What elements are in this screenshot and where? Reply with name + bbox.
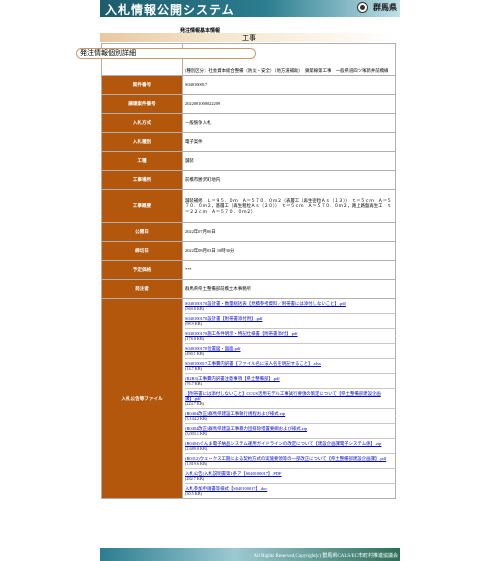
- field-value: 2022年08月03日 10時30分: [182, 241, 396, 261]
- file-item: S040100170施工条件明示・特記仕様書【附帯書添付】.pdf (178.8 …: [185, 329, 395, 344]
- detail-row: 発注者 群馬県県土整備部前橋土木事務所: [101, 279, 396, 299]
- file-item: (R0404)ぐんま電子納品システム運用ガイドラインの改定について【建設企画課電…: [185, 439, 395, 454]
- field-value: 群馬県県土整備部前橋土木事務所: [182, 279, 396, 299]
- detail-row: 予定価格 ***: [101, 260, 396, 280]
- detail-title: 発注情報個別詳細: [76, 48, 256, 59]
- file-size: (569.8 KB): [185, 306, 205, 311]
- detail-row: 工事概要 舗装補修 Ｌ＝９５．０ｍ Ａ＝５７０．０ｍ２（表層工（再生密粒Ａｓ（１３…: [101, 189, 396, 223]
- file-item: 入札公告(入札説明書第1条ア【S040100017】.PDF (282.7 KB): [185, 469, 395, 484]
- field-label: 工事場所: [101, 170, 183, 190]
- files-label: 入札公告等ファイル: [101, 298, 183, 499]
- file-item: (R2R3)工事費内訳書注意事項【県土整備部】.pdf (76.7 KB): [185, 374, 395, 389]
- file-size: (1,819.6 KB): [185, 461, 208, 466]
- field-value: 2022001000022209: [182, 94, 396, 114]
- detail-row: 締切日 2022年08月03日 10時30分: [101, 241, 396, 261]
- field-value: ***: [182, 260, 396, 280]
- field-label: 入札種別: [101, 132, 183, 152]
- files-row: 入札公告等ファイル S040100170設計書・数量総括表【見積参考資料／附帯書に…: [101, 298, 396, 499]
- field-label: 発注者: [101, 279, 183, 299]
- field-label: 工種: [101, 151, 183, 171]
- file-size: (224.7 KB): [185, 401, 205, 406]
- file-size: (282.7 KB): [185, 476, 205, 481]
- copyright-text: All Rights Reserved,Copyright(c) 群馬県CALS…: [253, 554, 398, 559]
- file-link[interactable]: 【附帯書には添付しないこと】CCUS活用モデル工事試行要領の策定について【県土整…: [185, 391, 395, 401]
- category-tab-label: 工事: [242, 35, 256, 42]
- files-list: S040100170設計書・数量総括表【見積参考資料／附帯書には添付しないこと】…: [182, 298, 396, 499]
- file-item: S040100170設計書・数量総括表【見積参考資料／附帯書には添付しないこと】…: [185, 299, 395, 314]
- file-item: (R0404改正)群馬県建設工事暴力団排除措置要綱および様式.zip (3,003…: [185, 424, 395, 439]
- file-item: (R0312)ウェークス工期による契約方式の実施要領等の一部改正について【県土整…: [185, 454, 395, 469]
- field-label: 入札方式: [101, 113, 183, 133]
- field-label: 案件番号: [101, 75, 183, 95]
- file-link[interactable]: (R0312)ウェークス工期による契約方式の実施要領等の一部改正について【県土整…: [185, 456, 395, 461]
- file-item: S040100170位置図・図面.pdf (490.1 KB): [185, 344, 395, 359]
- file-item: S040100017工事費内訳書【ファイル名に法人名を明記すること】.xlsx(…: [185, 359, 395, 374]
- file-size: (3,003.1 KB): [185, 431, 208, 436]
- prefecture-seal-icon: [357, 2, 368, 13]
- field-label: 予定価格: [101, 260, 183, 280]
- file-size: (178.8 KB): [185, 336, 205, 341]
- file-item: 【附帯書には添付しないこと】CCUS活用モデル工事試行要領の策定について【県土整…: [185, 389, 395, 409]
- file-link[interactable]: (R0404)ぐんま電子納品システム運用ガイドラインの改定について【建設企画課電…: [185, 441, 395, 446]
- detail-row: 工事場所 前橋市勝沢町地内: [101, 170, 396, 190]
- detail-table: [種別区分：社会資本総合整備（防災・安全）（地方道補助） 鏑第線第工事 一般県道…: [101, 43, 396, 499]
- field-value: 舗装補修 Ｌ＝９５．０ｍ Ａ＝５７０．０ｍ２（表層工（再生密粒Ａｓ（１３）） ｔ…: [182, 189, 396, 223]
- file-size: (14.7 KB): [185, 366, 202, 371]
- file-size: (76.7 KB): [185, 381, 202, 386]
- file-item: 入札参加申請書等様式【S040100017】.doc (30.5 KB): [185, 484, 395, 498]
- detail-row: 調達案件番号 2022001000022209: [101, 94, 396, 114]
- file-size: (3,144.2 KB): [185, 416, 208, 421]
- file-item: S040100170設計書【附帯書添付用】.pdf (98.9 KB): [185, 314, 395, 329]
- file-size: (490.1 KB): [185, 351, 205, 356]
- field-value: 一般競争入札: [182, 113, 396, 133]
- field-value: 前橋市勝沢町地内: [182, 170, 396, 190]
- field-label: 締切日: [101, 241, 183, 261]
- detail-row: 入札種別 電子案件: [101, 132, 396, 152]
- field-label: 調達案件番号: [101, 94, 183, 114]
- field-value: S040100017: [182, 75, 396, 95]
- field-value: 舗装: [182, 151, 396, 171]
- app-header: 入札情報公開システム 群馬県: [100, 0, 400, 17]
- field-value: 2022年07月06日: [182, 222, 396, 242]
- field-label: 工事概要: [101, 189, 183, 223]
- detail-row: 案件番号 S040100017: [101, 75, 396, 95]
- file-item: (R0404改正)群馬県建設工事執行規程および様式.zip (3,144.2 KB…: [185, 409, 395, 424]
- field-label: 公開日: [101, 222, 183, 242]
- page-footer: All Rights Reserved,Copyright(c) 群馬県CALS…: [100, 548, 400, 561]
- prefecture-name: 群馬県: [373, 3, 397, 12]
- detail-row: 公開日 2022年07月06日: [101, 222, 396, 242]
- detail-row: 工種 舗装: [101, 151, 396, 171]
- app-title: 入札情報公開システム: [105, 3, 235, 17]
- detail-row: 入札方式 一般競争入札: [101, 113, 396, 133]
- file-size: (98.9 KB): [185, 321, 202, 326]
- category-tab-row: 工事: [100, 33, 397, 42]
- file-size: (30.5 KB): [185, 491, 202, 496]
- file-size: (2,689.0 KB): [185, 446, 208, 451]
- field-value: 電子案件: [182, 132, 396, 152]
